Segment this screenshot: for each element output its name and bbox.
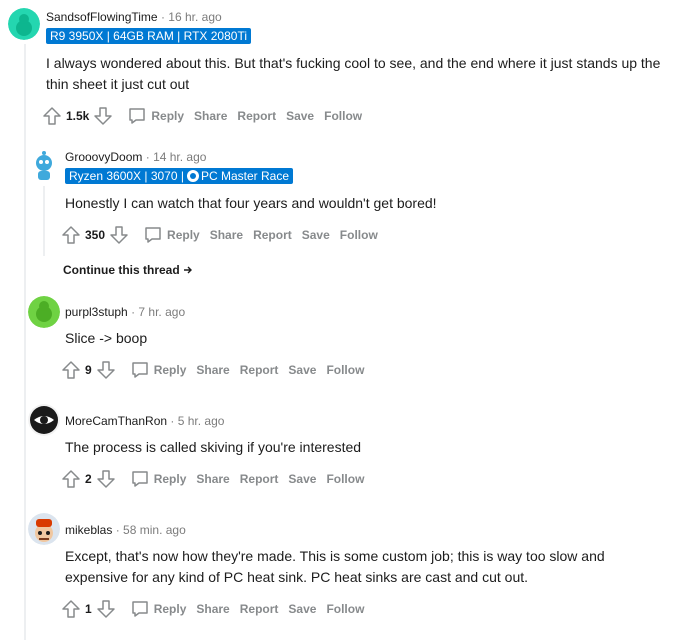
comment-actions: 1 Reply Share Report Save Follow: [61, 599, 364, 623]
timestamp[interactable]: 58 min. ago: [123, 523, 186, 537]
vote-score: 1.5k: [66, 109, 90, 123]
share-button[interactable]: Share: [194, 109, 227, 123]
reply-button[interactable]: Reply: [116, 362, 187, 378]
continue-thread-label: Continue this thread: [63, 263, 180, 277]
report-button[interactable]: Report: [253, 228, 292, 242]
flair-community: PC Master Race: [200, 169, 290, 183]
downvote-icon[interactable]: [93, 106, 113, 126]
comment-actions: 2 Reply Share Report Save Follow: [61, 469, 364, 493]
avatar[interactable]: [28, 513, 60, 545]
upvote-icon[interactable]: [61, 469, 81, 489]
separator: ·: [145, 150, 150, 164]
vote-score: 350: [85, 228, 106, 242]
reply-label: Reply: [153, 363, 187, 377]
follow-button[interactable]: Follow: [326, 472, 364, 486]
reply-button[interactable]: Reply: [116, 471, 187, 487]
comment-bubble-icon: [129, 108, 146, 124]
comment-bubble-icon: [131, 471, 148, 487]
comment-meta: MoreCamThanRon · 5 hr. ago: [65, 413, 224, 429]
timestamp[interactable]: 5 hr. ago: [178, 414, 225, 428]
author-name[interactable]: purpl3stuph: [65, 305, 128, 319]
comment-actions: 1.5k Reply Share Report Save Follow: [42, 106, 362, 130]
reply-label: Reply: [153, 472, 187, 486]
follow-button[interactable]: Follow: [340, 228, 378, 242]
timestamp[interactable]: 14 hr. ago: [153, 150, 206, 164]
user-flair: Ryzen 3600X | 3070 | PC Master Race: [65, 168, 294, 184]
comment-body: Except, that's now how they're made. Thi…: [65, 548, 605, 585]
save-button[interactable]: Save: [302, 228, 330, 242]
separator: ·: [170, 414, 175, 428]
vote-score: 2: [85, 472, 92, 486]
comment-body: Honestly I can watch that four years and…: [65, 195, 437, 211]
report-button[interactable]: Report: [240, 602, 279, 616]
upvote-icon[interactable]: [61, 225, 81, 245]
share-button[interactable]: Share: [196, 363, 229, 377]
follow-button[interactable]: Follow: [326, 602, 364, 616]
upvote-icon[interactable]: [42, 106, 62, 126]
author-name[interactable]: mikeblas: [65, 523, 112, 537]
save-button[interactable]: Save: [288, 472, 316, 486]
comment-bubble-icon: [131, 601, 148, 617]
continue-thread-link[interactable]: Continue this thread: [63, 263, 193, 277]
report-button[interactable]: Report: [240, 363, 279, 377]
reply-button[interactable]: Reply: [129, 227, 200, 243]
user-flair: R9 3950X | 64GB RAM | RTX 2080Ti: [46, 28, 251, 44]
flair-text: Ryzen 3600X | 3070 |: [69, 169, 184, 183]
steam-icon: [186, 170, 199, 182]
separator: ·: [115, 523, 120, 537]
comment-body: I always wondered about this. But that's…: [46, 55, 661, 92]
reply-label: Reply: [167, 228, 200, 242]
save-button[interactable]: Save: [286, 109, 314, 123]
separator: ·: [160, 10, 165, 24]
reply-label: Reply: [153, 602, 187, 616]
reply-button[interactable]: Reply: [116, 601, 187, 617]
upvote-icon[interactable]: [61, 599, 81, 619]
separator: ·: [131, 305, 136, 319]
comment-bubble-icon: [131, 362, 148, 378]
vote-score: 1: [85, 602, 92, 616]
avatar[interactable]: [28, 296, 60, 328]
comment-meta: GrooovyDoom · 14 hr. ago: [65, 149, 206, 165]
comment-body: Slice -> boop: [65, 330, 148, 346]
downvote-icon[interactable]: [96, 599, 116, 619]
reply-button[interactable]: Reply: [113, 108, 185, 124]
downvote-icon[interactable]: [109, 225, 129, 245]
reply-label: Reply: [151, 109, 185, 123]
comment-actions: 9 Reply Share Report Save Follow: [61, 360, 364, 384]
avatar[interactable]: [28, 150, 60, 182]
comment-meta: SandsofFlowingTime · 16 hr. ago: [46, 9, 222, 25]
share-button[interactable]: Share: [196, 472, 229, 486]
comment-meta: purpl3stuph · 7 hr. ago: [65, 304, 185, 320]
follow-button[interactable]: Follow: [326, 363, 364, 377]
avatar[interactable]: [28, 404, 60, 436]
share-button[interactable]: Share: [210, 228, 243, 242]
author-name[interactable]: MoreCamThanRon: [65, 414, 167, 428]
follow-button[interactable]: Follow: [324, 109, 362, 123]
vote-score: 9: [85, 363, 92, 377]
comment-meta: mikeblas · 58 min. ago: [65, 522, 186, 538]
downvote-icon[interactable]: [96, 360, 116, 380]
upvote-icon[interactable]: [61, 360, 81, 380]
comment-body: The process is called skiving if you're …: [65, 439, 362, 455]
thread-line-child[interactable]: [43, 186, 45, 256]
timestamp[interactable]: 16 hr. ago: [168, 10, 221, 24]
author-name[interactable]: GrooovyDoom: [65, 150, 142, 164]
timestamp[interactable]: 7 hr. ago: [138, 305, 185, 319]
author-name[interactable]: SandsofFlowingTime: [46, 10, 158, 24]
save-button[interactable]: Save: [288, 363, 316, 377]
save-button[interactable]: Save: [288, 602, 316, 616]
downvote-icon[interactable]: [96, 469, 116, 489]
comment-bubble-icon: [145, 227, 161, 243]
share-button[interactable]: Share: [196, 602, 229, 616]
comment-actions: 350 Reply Share Report Save Follow: [61, 225, 378, 249]
avatar[interactable]: [8, 8, 40, 40]
report-button[interactable]: Report: [240, 472, 279, 486]
thread-line-root[interactable]: [24, 44, 26, 640]
report-button[interactable]: Report: [237, 109, 276, 123]
arrow-right-icon: [184, 266, 193, 274]
